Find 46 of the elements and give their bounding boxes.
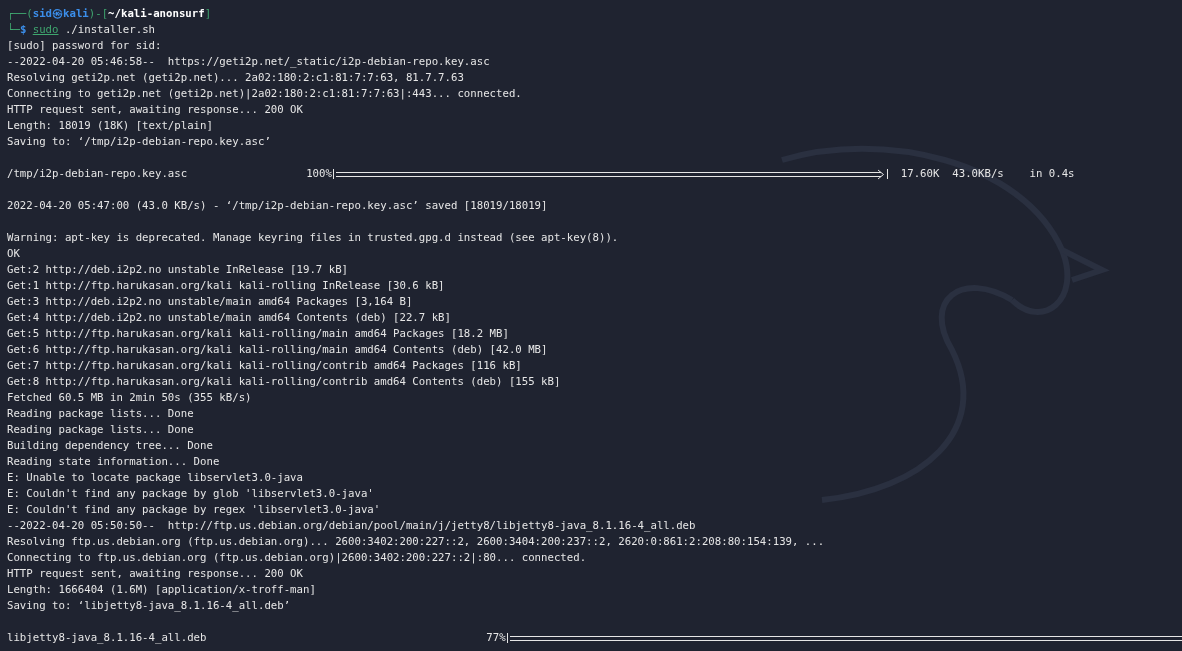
terminal-line: --2022-04-20 05:46:58-- https://geti2p.net/_static/i2p-debian-repo.key.asc [7, 54, 490, 70]
terminal-line: Get:8 http://ftp.harukasan.org/kali kali-rolling/contrib amd64 Contents (deb) [155 kB] [7, 374, 561, 390]
terminal-line: Warning: apt-key is deprecated. Manage keyring files in trusted.gpg.d instead (see apt-key(8)). [7, 230, 619, 246]
prompt-frame: ┌──( [7, 7, 33, 20]
terminal-line: Resolving geti2p.net (geti2p.net)... 2a02:180:2:c1:81:7:7:63, 81.7.7.63 [7, 70, 464, 86]
terminal-line: Get:7 http://ftp.harukasan.org/kali kali-rolling/contrib amd64 Packages [116 kB] [7, 358, 522, 374]
terminal-line: E: Couldn't find any package by regex 'libservlet3.0-java' [7, 502, 381, 518]
terminal-line: HTTP request sent, awaiting response... 200 OK [7, 102, 303, 118]
terminal-line: E: Unable to locate package libservlet3.0-java [7, 470, 303, 486]
terminal-line: Connecting to geti2p.net (geti2p.net)|2a02:180:2:c1:81:7:7:63|:443... connected. [7, 86, 522, 102]
terminal-line: E: Couldn't find any package by glob 'libservlet3.0-java' [7, 486, 374, 502]
terminal-line: Get:5 http://ftp.harukasan.org/kali kali-rolling/main amd64 Packages [18.2 MB] [7, 326, 509, 342]
command-args: ./installer.sh [63, 23, 155, 36]
terminal-line: Reading package lists... Done [7, 422, 194, 438]
progress-percent: 100% [306, 166, 332, 182]
terminal-line: Get:3 http://deb.i2p2.no unstable/main amd64 Packages [3,164 B] [7, 294, 413, 310]
file-name: libjetty8-java_8.1.16-4_all.deb [7, 631, 207, 644]
terminal-line: Length: 18019 (18K) [text/plain] [7, 118, 213, 134]
terminal-line: --2022-04-20 05:50:50-- http://ftp.us.debian.org/debian/pool/main/j/jetty8/libjetty8-java_8.1.16-4_all.deb [7, 518, 696, 534]
prompt-frame: )-[ [88, 7, 109, 20]
prompt-user-host: sid㉿kali [32, 7, 89, 20]
terminal-line: Get:4 http://deb.i2p2.no unstable/main amd64 Contents (deb) [22.7 kB] [7, 310, 451, 326]
terminal-line: Saving to: ‘libjetty8-java_8.1.16-4_all.deb’ [7, 598, 291, 614]
terminal-line: OK [7, 246, 20, 262]
terminal-line: Get:1 http://ftp.harukasan.org/kali kali-rolling InRelease [30.6 kB] [7, 278, 445, 294]
prompt-frame: └─ [7, 23, 20, 36]
terminal-line: Saving to: ‘/tmp/i2p-debian-repo.key.asc’ [7, 134, 271, 150]
terminal-line: Building dependency tree... Done [7, 438, 213, 454]
download-stats: 17.60K 43.0KB/s in 0.4s [900, 166, 1075, 182]
terminal-line: [sudo] password for sid: [7, 38, 162, 54]
terminal-line: Reading package lists... Done [7, 406, 194, 422]
terminal-line: HTTP request sent, awaiting response... 200 OK [7, 566, 303, 582]
terminal-line: Get:2 http://deb.i2p2.no unstable InRelease [19.7 kB] [7, 262, 349, 278]
terminal-line: Length: 1666404 (1.6M) [application/x-troff-man] [7, 582, 316, 598]
terminal-line: Connecting to ftp.us.debian.org (ftp.us.debian.org)|2600:3402:200:227::2|:80... connected. [7, 550, 587, 566]
progress-percent: 77% [486, 630, 506, 646]
command-name: sudo [32, 23, 59, 36]
terminal-line: Resolving ftp.us.debian.org (ftp.us.debian.org)... 2600:3402:200:227::2, 2600:3404:200:237::2, 2620:0:861:2:208:80:154:139, ... [7, 534, 825, 550]
file-name: /tmp/i2p-debian-repo.key.asc [7, 167, 188, 180]
terminal-line: 2022-04-20 05:47:00 (43.0 KB/s) - ‘/tmp/i2p-debian-repo.key.asc’ saved [18019/18019] [7, 198, 548, 214]
terminal-line: Fetched 60.5 MB in 2min 50s (355 kB/s) [7, 390, 252, 406]
prompt-path: ~/kali-anonsurf [108, 7, 205, 20]
terminal-line: Reading state information... Done [7, 454, 220, 470]
terminal-line: Get:6 http://ftp.harukasan.org/kali kali-rolling/main amd64 Contents (deb) [42.0 MB] [7, 342, 548, 358]
prompt-frame: ] [204, 7, 212, 20]
prompt-sign: $ [19, 23, 27, 36]
